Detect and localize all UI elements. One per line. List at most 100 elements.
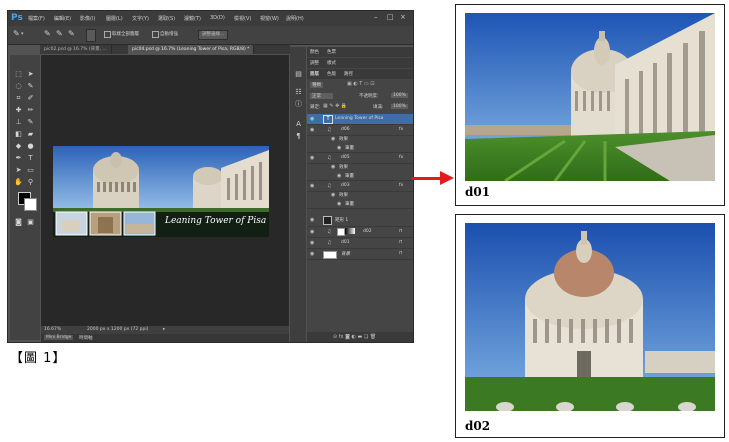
path-select-tool-icon[interactable]: ➤: [13, 165, 24, 175]
layer-row[interactable]: ◉ 效果: [307, 192, 413, 199]
sample-all-layers-checkbox[interactable]: [104, 31, 111, 38]
gradient-tool-icon[interactable]: ▰: [25, 129, 36, 139]
minimize-button[interactable]: –: [374, 13, 378, 21]
menu-help[interactable]: 說明(H): [286, 15, 304, 22]
quick-select-tool-icon[interactable]: ✎: [25, 81, 36, 91]
properties-panel-icon[interactable]: ☷: [293, 87, 304, 97]
fx-icon[interactable]: fx: [399, 155, 403, 160]
tab-timeline[interactable]: 時間軸: [79, 335, 93, 341]
tab-color[interactable]: 顏色: [310, 49, 319, 55]
pen-tool-icon[interactable]: ✒: [13, 153, 24, 163]
zoom-tool-icon[interactable]: ⚲: [25, 177, 36, 187]
eye-icon[interactable]: ◉: [331, 136, 335, 142]
eye-icon[interactable]: ◉: [310, 229, 314, 235]
quick-selection-tool-icon[interactable]: ✎: [13, 29, 20, 38]
menu-image[interactable]: 影像(I): [80, 15, 95, 22]
eye-icon[interactable]: ◉: [337, 201, 341, 207]
info-panel-icon[interactable]: ⓘ: [293, 99, 304, 109]
layer-row[interactable]: ◉ ♫ d02 ⊓: [307, 227, 413, 238]
opacity-input[interactable]: 100%: [391, 93, 408, 98]
eye-icon[interactable]: ◉: [331, 192, 335, 198]
healing-tool-icon[interactable]: ✚: [13, 105, 24, 115]
tab-paths[interactable]: 路徑: [344, 71, 353, 77]
menu-view[interactable]: 檢視(V): [234, 15, 251, 22]
history-panel-icon[interactable]: ▤: [293, 69, 304, 79]
type-tool-icon[interactable]: T: [25, 153, 36, 163]
tab-mini-bridge[interactable]: Mini Bridge: [44, 335, 74, 340]
menu-3d[interactable]: 3D(D): [210, 15, 225, 21]
dodge-tool-icon[interactable]: ●: [25, 141, 36, 151]
tab-layers[interactable]: 圖層: [310, 71, 319, 77]
filter-icons[interactable]: ▣ ◐ T ▭ ⊡: [347, 81, 374, 87]
quick-mask-icon[interactable]: ◙: [13, 217, 24, 227]
close-button[interactable]: ×: [400, 13, 406, 21]
eye-icon[interactable]: ◉: [310, 217, 314, 223]
brush-tool-icon[interactable]: ✏: [25, 105, 36, 115]
add-to-selection-icon[interactable]: ✎: [56, 29, 63, 38]
document-canvas[interactable]: Leaning Tower of Pisa: [53, 146, 269, 237]
layer-footer-icons[interactable]: ⊝ fx ◙ ◐ ▬ ❏ 🗑: [333, 334, 376, 340]
tab-swatches[interactable]: 色票: [327, 49, 336, 55]
layer-row[interactable]: ◉ 效果: [307, 136, 413, 143]
stamp-tool-icon[interactable]: ⊥: [13, 117, 24, 127]
history-brush-icon[interactable]: ✎: [25, 117, 36, 127]
layer-row[interactable]: ◉ 筆畫: [307, 144, 413, 153]
menu-edit[interactable]: 編輯(E): [54, 15, 71, 22]
eye-icon[interactable]: ◉: [310, 251, 314, 257]
eye-icon[interactable]: ◉: [331, 164, 335, 170]
layer-row[interactable]: ◉ ♫ d05 fx: [307, 153, 413, 164]
paragraph-panel-icon[interactable]: ¶: [293, 131, 304, 141]
eye-icon[interactable]: ◉: [310, 127, 314, 133]
screen-mode-icon[interactable]: ▣: [25, 217, 36, 227]
shape-tool-icon[interactable]: ▭: [25, 165, 36, 175]
lock-icons[interactable]: ▦ ✎ ✥ 🔒: [323, 103, 347, 109]
menu-type[interactable]: 文字(Y): [132, 15, 149, 22]
background-color-swatch[interactable]: [24, 198, 37, 211]
menu-file[interactable]: 檔案(F): [28, 15, 45, 22]
layer-row[interactable]: ◉ ♫ d06 fx: [307, 125, 413, 136]
lasso-tool-icon[interactable]: ◌: [13, 81, 24, 91]
zoom-level[interactable]: 16.67%: [44, 327, 61, 332]
eye-icon[interactable]: ◉: [310, 116, 314, 122]
tab-pic04[interactable]: pic04.psd @ 16.7% (Leaning Tower of Pisa…: [128, 45, 255, 54]
menu-filter[interactable]: 濾鏡(T): [184, 15, 201, 22]
fx-icon[interactable]: fx: [399, 127, 403, 132]
chevron-down-icon[interactable]: ▾: [21, 31, 24, 37]
layer-row[interactable]: ◉ 背景 ⊓: [307, 249, 413, 260]
eye-icon[interactable]: ◉: [310, 183, 314, 189]
eye-icon[interactable]: ◉: [337, 173, 341, 179]
menu-layer[interactable]: 圖層(L): [106, 15, 123, 22]
layer-row[interactable]: ◉ ♫ d03 fx: [307, 181, 413, 192]
eraser-tool-icon[interactable]: ◧: [13, 129, 24, 139]
layer-row[interactable]: ◉ 筆畫: [307, 200, 413, 209]
eye-icon[interactable]: ◉: [310, 155, 314, 161]
layer-row[interactable]: ◉ 效果: [307, 164, 413, 171]
auto-enhance-checkbox[interactable]: [152, 31, 159, 38]
menu-select[interactable]: 選取(S): [158, 15, 175, 22]
layer-row[interactable]: ◉ 筆畫: [307, 172, 413, 181]
tab-channels[interactable]: 色版: [327, 71, 336, 77]
layer-row[interactable]: ◉ T Leaning Tower of Pisa: [307, 114, 413, 125]
layer-kind-filter[interactable]: 種類: [310, 82, 323, 88]
fx-icon[interactable]: fx: [399, 183, 403, 188]
maximize-button[interactable]: □: [387, 13, 394, 21]
layer-row[interactable]: ◉ 矩形 1: [307, 214, 413, 227]
marquee-tool-icon[interactable]: ⬚: [13, 69, 24, 79]
subtract-selection-icon[interactable]: ✎: [68, 29, 75, 38]
hand-tool-icon[interactable]: ✋: [13, 177, 24, 187]
new-selection-icon[interactable]: ✎: [44, 29, 51, 38]
eye-icon[interactable]: ◉: [337, 145, 341, 151]
move-tool-icon[interactable]: ➤: [25, 69, 36, 79]
refine-edge-button[interactable]: 調整邊緣...: [198, 30, 229, 40]
eye-icon[interactable]: ◉: [310, 240, 314, 246]
crop-tool-icon[interactable]: ⌗: [13, 93, 24, 103]
tab-styles[interactable]: 樣式: [327, 60, 336, 66]
eyedropper-tool-icon[interactable]: ✐: [25, 93, 36, 103]
menu-window[interactable]: 視窗(W): [260, 15, 279, 22]
character-panel-icon[interactable]: A: [293, 119, 304, 129]
brush-size-picker[interactable]: [86, 29, 96, 42]
tab-pic02[interactable]: pic02.psd @ 16.7% (背景, ...: [40, 45, 112, 54]
blend-mode-select[interactable]: 正常: [310, 93, 333, 99]
fill-input[interactable]: 100%: [391, 104, 408, 109]
play-icon[interactable]: ▸: [163, 327, 165, 332]
